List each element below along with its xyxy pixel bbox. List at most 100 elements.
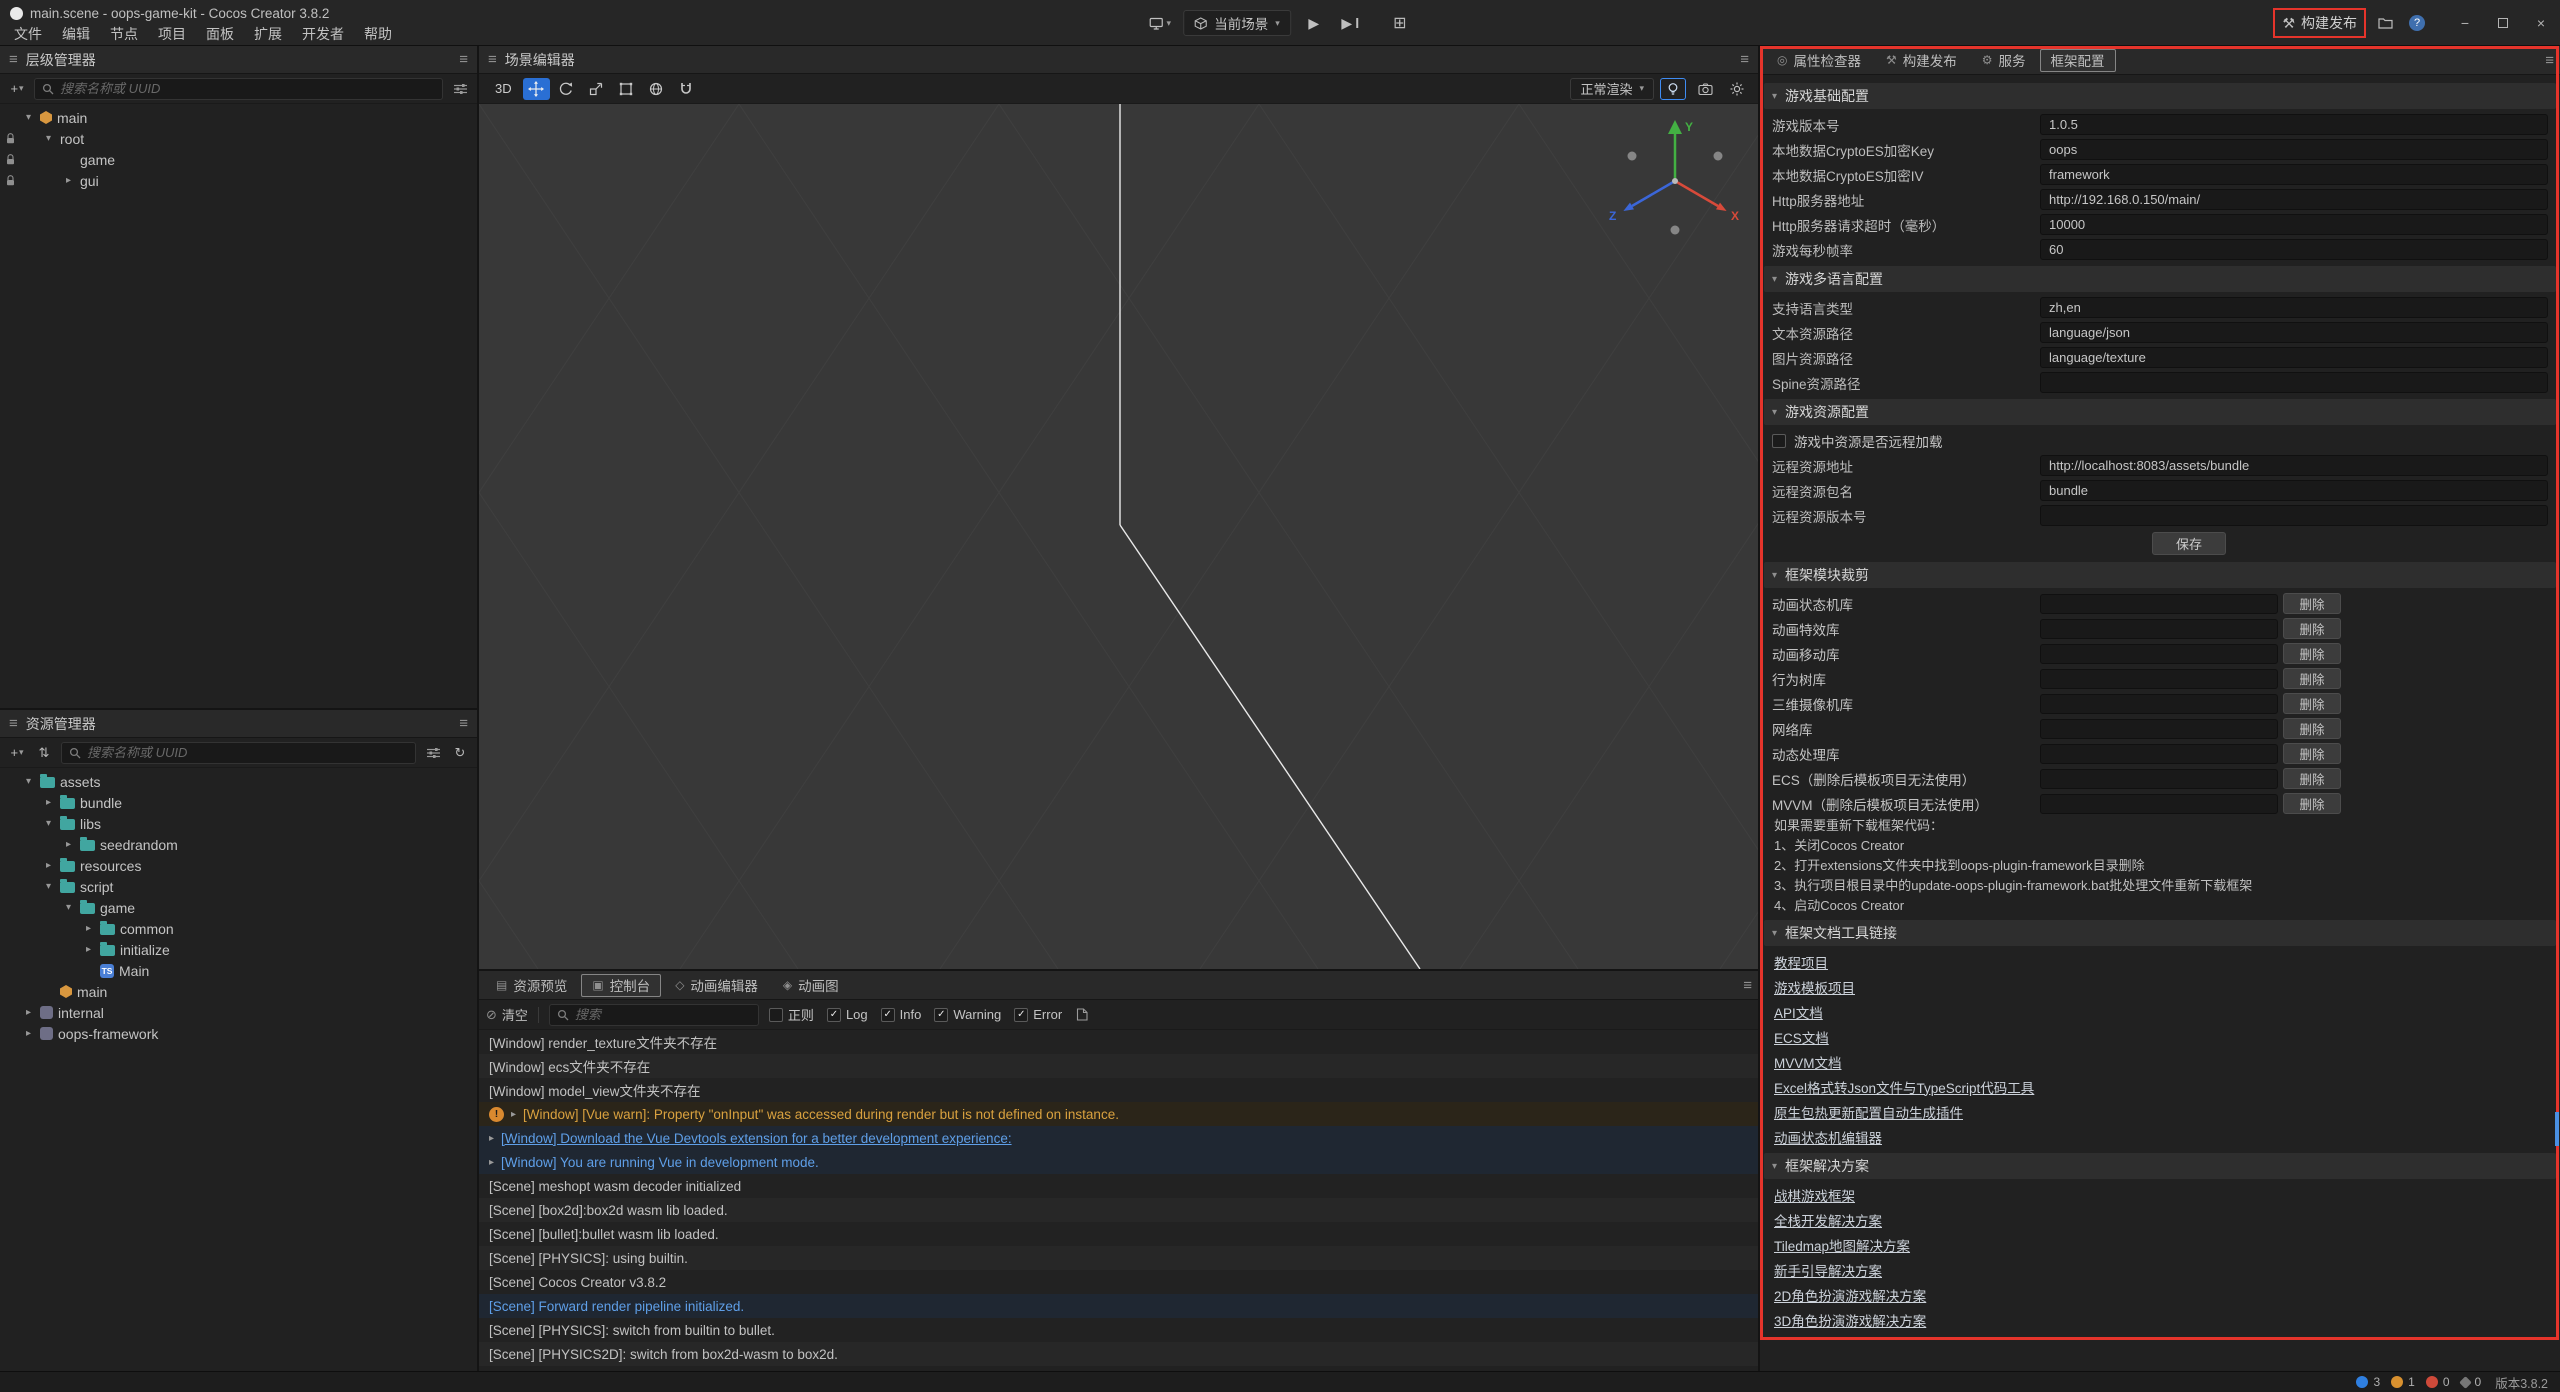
tree-expand-icon[interactable]: ▸ — [26, 1028, 31, 1039]
doc-link[interactable]: 动画状态机编辑器 — [1774, 1127, 1882, 1147]
inspector-tab[interactable]: ⚙ 服务 — [1971, 49, 2037, 72]
status-badge[interactable]: 3 — [2356, 1375, 2380, 1389]
field-input[interactable]: language/texture — [2040, 347, 2548, 368]
log-row[interactable]: ! ▸ [Window] You are running Vue in deve… — [479, 1150, 1758, 1174]
sort-icon[interactable]: ⇅ — [34, 742, 54, 764]
tree-expand-icon[interactable]: ▸ — [66, 839, 71, 850]
doc-link[interactable]: 教程项目 — [1774, 952, 1828, 972]
remote-load-checkbox[interactable] — [1772, 434, 1786, 448]
console-filter[interactable]: ✓ Log — [827, 1007, 868, 1022]
save-button[interactable]: 保存 — [2152, 532, 2226, 555]
render-mode-select[interactable]: 正常渲染 ▾ — [1570, 78, 1654, 100]
module-delete-button[interactable]: 删除 — [2283, 668, 2341, 689]
tree-collapse-icon[interactable]: ▾ — [46, 818, 51, 829]
tree-node[interactable]: ▾ ▸ script — [0, 876, 477, 897]
log-row[interactable]: ! ▸ [Window] Download the Vue Devtools e… — [479, 1126, 1758, 1150]
assets-search[interactable] — [61, 742, 416, 764]
create-node-button[interactable]: +▾ — [7, 78, 27, 100]
console-tab[interactable]: ◈ 动画图 — [772, 974, 850, 997]
field-input[interactable]: zh,en — [2040, 297, 2548, 318]
tree-node[interactable]: ▾ ▸ initialize — [0, 939, 477, 960]
tree-node[interactable]: ▾ ▸ gui — [0, 170, 477, 191]
solution-link[interactable]: 2D角色扮演游戏解决方案 — [1774, 1285, 1926, 1305]
log-expand-icon[interactable]: ▸ — [489, 1133, 494, 1144]
tree-collapse-icon[interactable]: ▾ — [26, 776, 31, 787]
status-badge[interactable]: 0 — [2426, 1375, 2450, 1389]
tree-node[interactable]: ▾ ▸ libs — [0, 813, 477, 834]
log-expand-icon[interactable]: ▸ — [511, 1109, 516, 1120]
assets-search-input[interactable] — [87, 745, 408, 760]
section-header-docs[interactable]: ▾ 框架文档工具链接 — [1764, 920, 2556, 946]
module-delete-button[interactable]: 删除 — [2283, 768, 2341, 789]
panel-options-icon[interactable]: ≡ — [2545, 52, 2554, 69]
tree-collapse-icon[interactable]: ▾ — [26, 112, 31, 123]
inspector-tab[interactable]: ⚒ 构建发布 — [1875, 49, 1968, 72]
tree-expand-icon[interactable]: ▸ — [86, 923, 91, 934]
module-delete-button[interactable]: 删除 — [2283, 718, 2341, 739]
rect-tool-button[interactable] — [613, 78, 640, 100]
module-delete-button[interactable]: 删除 — [2283, 593, 2341, 614]
tree-node[interactable]: ▾ ▸ resources — [0, 855, 477, 876]
menu-item[interactable]: 文件 — [4, 22, 52, 46]
field-input[interactable]: bundle — [2040, 480, 2548, 501]
preview-device-button[interactable]: ▾ — [1147, 10, 1173, 36]
module-delete-button[interactable]: 删除 — [2283, 743, 2341, 764]
tree-node[interactable]: ▾ ▸ root — [0, 128, 477, 149]
log-row[interactable]: ! ▸ [Scene] [PHYSICS2D]: switch from box… — [479, 1342, 1758, 1366]
help-icon[interactable]: ? — [2404, 10, 2430, 36]
tree-node[interactable]: ▾ ▸ common — [0, 918, 477, 939]
tree-collapse-icon[interactable]: ▾ — [46, 133, 51, 144]
doc-link[interactable]: API文档 — [1774, 1002, 1823, 1022]
refresh-icon[interactable]: ↻ — [450, 742, 470, 764]
console-search-input[interactable] — [575, 1007, 751, 1022]
console-tab[interactable]: ◇ 动画编辑器 — [664, 974, 769, 997]
field-input[interactable]: 1.0.5 — [2040, 114, 2548, 135]
field-input[interactable]: http://localhost:8083/assets/bundle — [2040, 455, 2548, 476]
field-input[interactable]: 10000 — [2040, 214, 2548, 235]
play-button[interactable]: ▶ — [1301, 10, 1327, 36]
maximize-button[interactable] — [2484, 0, 2522, 46]
checkbox[interactable]: ✓ — [934, 1008, 948, 1022]
project-folder-icon[interactable] — [2372, 10, 2398, 36]
field-input[interactable] — [2040, 505, 2548, 526]
console-filter[interactable]: ✓ Info — [881, 1007, 922, 1022]
module-delete-button[interactable]: 删除 — [2283, 793, 2341, 814]
panel-options-icon[interactable]: ≡ — [459, 715, 468, 732]
solution-link[interactable]: 战棋游戏框架 — [1774, 1185, 1855, 1205]
tree-expand-icon[interactable]: ▸ — [46, 860, 51, 871]
dimension-toggle-button[interactable]: 3D — [487, 78, 520, 100]
clear-console-button[interactable]: ⊘ 清空 — [486, 1005, 528, 1024]
tree-node[interactable]: ▾ ▸ game — [0, 897, 477, 918]
menu-item[interactable]: 编辑 — [52, 22, 100, 46]
log-row[interactable]: ! ▸ [Scene] [PHYSICS]: using builtin. — [479, 1246, 1758, 1270]
log-expand-icon[interactable]: ▸ — [489, 1157, 494, 1168]
gizmo-space-toggle-button[interactable] — [643, 78, 670, 100]
checkbox[interactable]: ✓ — [827, 1008, 841, 1022]
menu-item[interactable]: 开发者 — [292, 22, 354, 46]
module-delete-button[interactable]: 删除 — [2283, 618, 2341, 639]
console-log-list[interactable]: ! ▸ [Window] render_texture文件夹不存在 ! ▸ [W… — [479, 1030, 1758, 1371]
log-row[interactable]: ! ▸ [Scene] [box2d]:box2d wasm lib loade… — [479, 1198, 1758, 1222]
doc-link[interactable]: Excel格式转Json文件与TypeScript代码工具 — [1774, 1077, 2034, 1097]
create-asset-button[interactable]: +▾ — [7, 742, 27, 764]
doc-link[interactable]: ECS文档 — [1774, 1027, 1829, 1047]
tree-expand-icon[interactable]: ▸ — [26, 1007, 31, 1018]
log-row[interactable]: ! ▸ [Window] render_texture文件夹不存在 — [479, 1030, 1758, 1054]
log-row[interactable]: ! ▸ [Scene] [bullet]:bullet wasm lib loa… — [479, 1222, 1758, 1246]
console-filter[interactable]: ✓ Warning — [934, 1007, 1001, 1022]
doc-link[interactable]: 原生包热更新配置自动生成插件 — [1774, 1102, 1963, 1122]
tree-node[interactable]: ▾ ▸ game — [0, 149, 477, 170]
field-input[interactable]: framework — [2040, 164, 2548, 185]
filter-sliders-icon[interactable] — [423, 742, 443, 764]
field-input[interactable] — [2040, 372, 2548, 393]
scene-viewport[interactable]: Y X Z — [479, 104, 1758, 969]
console-search[interactable] — [549, 1004, 759, 1026]
status-badge[interactable]: 1 — [2391, 1375, 2415, 1389]
panel-menu-icon[interactable]: ≡ — [488, 51, 497, 68]
tree-node[interactable]: ▾ ▸ main — [0, 107, 477, 128]
field-input[interactable]: http://192.168.0.150/main/ — [2040, 189, 2548, 210]
panel-menu-icon[interactable]: ≡ — [9, 715, 18, 732]
log-row[interactable]: ! ▸ [Window] [Vue warn]: Property "onInp… — [479, 1102, 1758, 1126]
log-row[interactable]: ! ▸ [Window] model_view文件夹不存在 — [479, 1078, 1758, 1102]
tree-node[interactable]: ▾ ▸ main — [0, 981, 477, 1002]
